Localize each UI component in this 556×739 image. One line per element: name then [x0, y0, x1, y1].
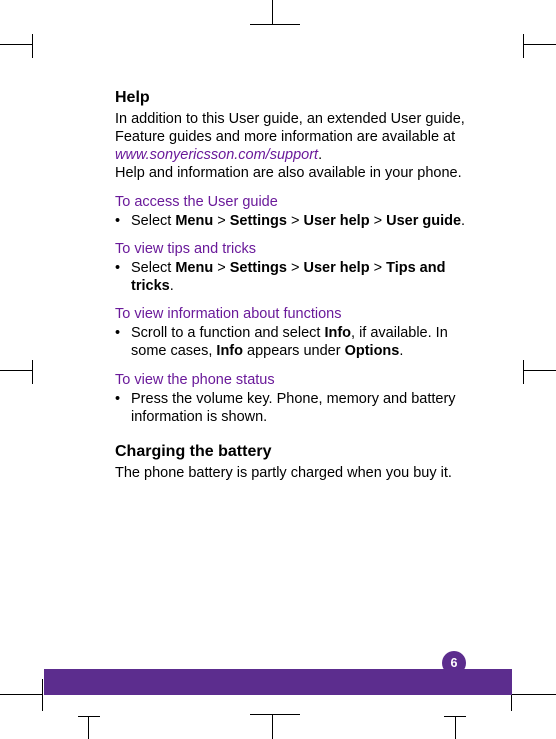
help-heading: Help — [115, 88, 476, 108]
list-item: Select Menu > Settings > User help > Tip… — [115, 259, 476, 295]
subhead-access-user-guide: To access the User guide — [115, 193, 476, 211]
charging-heading: Charging the battery — [115, 442, 476, 462]
list-item: Select Menu > Settings > User help > Use… — [115, 212, 476, 230]
list-item: Scroll to a function and select Info, if… — [115, 324, 476, 360]
subhead-phone-status: To view the phone status — [115, 371, 476, 389]
subhead-tips-tricks: To view tips and tricks — [115, 240, 476, 258]
list-item: Press the volume key. Phone, memory and … — [115, 390, 476, 426]
support-link: www.sonyericsson.com/support — [115, 147, 318, 163]
help-intro: In addition to this User guide, an exten… — [115, 110, 476, 183]
subhead-functions: To view information about functions — [115, 305, 476, 323]
charging-text: The phone battery is partly charged when… — [115, 464, 476, 482]
footer-bar — [44, 669, 512, 695]
page-content: Help In addition to this User guide, an … — [115, 88, 476, 482]
